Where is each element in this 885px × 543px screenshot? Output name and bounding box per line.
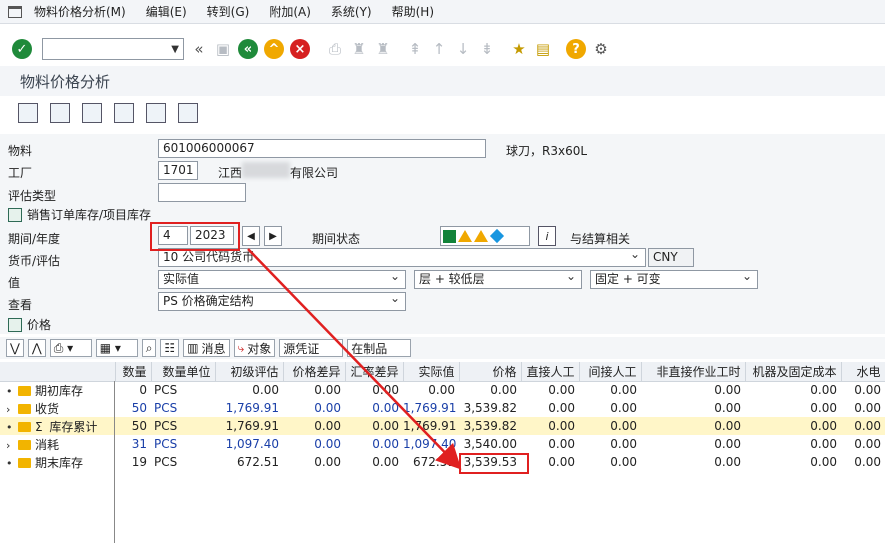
annotation-arrow — [247, 248, 462, 470]
